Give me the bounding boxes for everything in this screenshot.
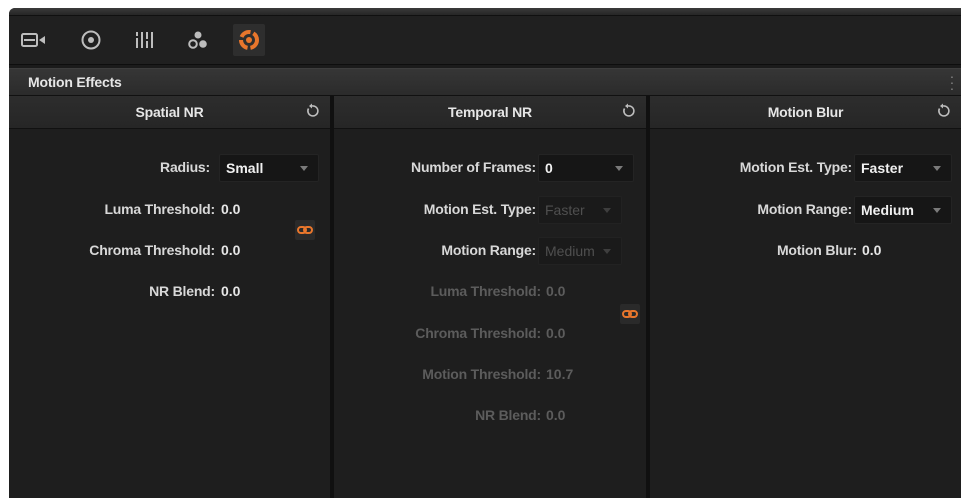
number-of-frames-dropdown[interactable]: 0 bbox=[538, 154, 634, 182]
reset-icon[interactable] bbox=[935, 103, 951, 119]
nr-blend-value[interactable]: 0.0 bbox=[546, 407, 565, 423]
link-icon[interactable] bbox=[620, 304, 640, 324]
camera-icon[interactable] bbox=[18, 24, 50, 56]
motion-blur-header: Motion Blur bbox=[650, 96, 961, 129]
bars-icon[interactable] bbox=[129, 24, 161, 56]
dots-cluster-icon[interactable] bbox=[182, 24, 214, 56]
app-window: Motion Effects · · · Spatial NR Radius: Sm… bbox=[9, 8, 961, 498]
motion-threshold-label: Motion Threshold: bbox=[422, 366, 541, 382]
motion-threshold-value[interactable]: 10.7 bbox=[546, 366, 573, 382]
temporal-nr-section: Temporal NR Number of Frames: 0 Motion E… bbox=[334, 96, 646, 498]
motion-est-type-value: Faster bbox=[861, 160, 904, 176]
motion-est-type-dropdown[interactable]: Faster bbox=[854, 154, 952, 182]
luma-threshold-value[interactable]: 0.0 bbox=[546, 283, 565, 299]
motion-est-type-dropdown[interactable]: Faster bbox=[538, 196, 622, 224]
chevron-down-icon bbox=[603, 249, 611, 254]
luma-threshold-label: Luma Threshold: bbox=[430, 283, 541, 299]
nr-blend-label: NR Blend: bbox=[475, 407, 541, 423]
chroma-threshold-label: Chroma Threshold: bbox=[415, 325, 541, 341]
target-circle-icon[interactable] bbox=[75, 24, 107, 56]
number-of-frames-value: 0 bbox=[545, 160, 553, 176]
chevron-down-icon bbox=[933, 166, 941, 171]
chroma-threshold-label: Chroma Threshold: bbox=[89, 242, 215, 258]
spatial-nr-section: Spatial NR Radius: Small Luma Threshold:… bbox=[9, 96, 330, 498]
motion-est-type-value: Faster bbox=[545, 202, 585, 218]
chevron-down-icon bbox=[933, 208, 941, 213]
reset-icon[interactable] bbox=[620, 103, 636, 119]
temporal-nr-header: Temporal NR bbox=[334, 96, 646, 129]
number-of-frames-label: Number of Frames: bbox=[411, 159, 536, 175]
motion-effects-icon[interactable] bbox=[233, 24, 265, 56]
reset-icon[interactable] bbox=[304, 103, 320, 119]
radius-value: Small bbox=[226, 160, 264, 176]
motion-blur-value[interactable]: 0.0 bbox=[862, 242, 881, 258]
toolbar bbox=[9, 16, 961, 65]
motion-range-label: Motion Range: bbox=[441, 242, 536, 258]
luma-threshold-label: Luma Threshold: bbox=[104, 201, 215, 217]
window-top-bar bbox=[9, 8, 961, 16]
motion-range-value: Medium bbox=[545, 243, 595, 259]
chevron-down-icon bbox=[615, 166, 623, 171]
panel-title: Motion Effects bbox=[28, 74, 122, 90]
motion-range-label: Motion Range: bbox=[757, 201, 852, 217]
motion-est-type-label: Motion Est. Type: bbox=[739, 159, 852, 175]
panel-header: Motion Effects · · · bbox=[9, 68, 961, 96]
motion-blur-title: Motion Blur bbox=[767, 104, 844, 120]
spatial-nr-header: Spatial NR bbox=[9, 96, 330, 129]
motion-range-value: Medium bbox=[861, 202, 914, 218]
radius-dropdown[interactable]: Small bbox=[219, 154, 319, 182]
nr-blend-value[interactable]: 0.0 bbox=[221, 283, 240, 299]
chevron-down-icon bbox=[603, 208, 611, 213]
spatial-nr-title: Spatial NR bbox=[135, 104, 204, 120]
chroma-threshold-value[interactable]: 0.0 bbox=[546, 325, 565, 341]
motion-blur-section: Motion Blur Motion Est. Type: Faster Mot… bbox=[650, 96, 961, 498]
options-menu-icon[interactable]: · · · bbox=[949, 69, 955, 95]
motion-range-dropdown[interactable]: Medium bbox=[538, 237, 622, 265]
link-icon[interactable] bbox=[295, 220, 315, 240]
motion-est-type-label: Motion Est. Type: bbox=[423, 201, 536, 217]
radius-label: Radius: bbox=[160, 159, 210, 175]
chroma-threshold-value[interactable]: 0.0 bbox=[221, 242, 240, 258]
nr-blend-label: NR Blend: bbox=[149, 283, 215, 299]
motion-blur-label: Motion Blur: bbox=[776, 242, 857, 258]
motion-range-dropdown[interactable]: Medium bbox=[854, 196, 952, 224]
chevron-down-icon bbox=[300, 166, 308, 171]
temporal-nr-title: Temporal NR bbox=[448, 104, 532, 120]
luma-threshold-value[interactable]: 0.0 bbox=[221, 201, 240, 217]
